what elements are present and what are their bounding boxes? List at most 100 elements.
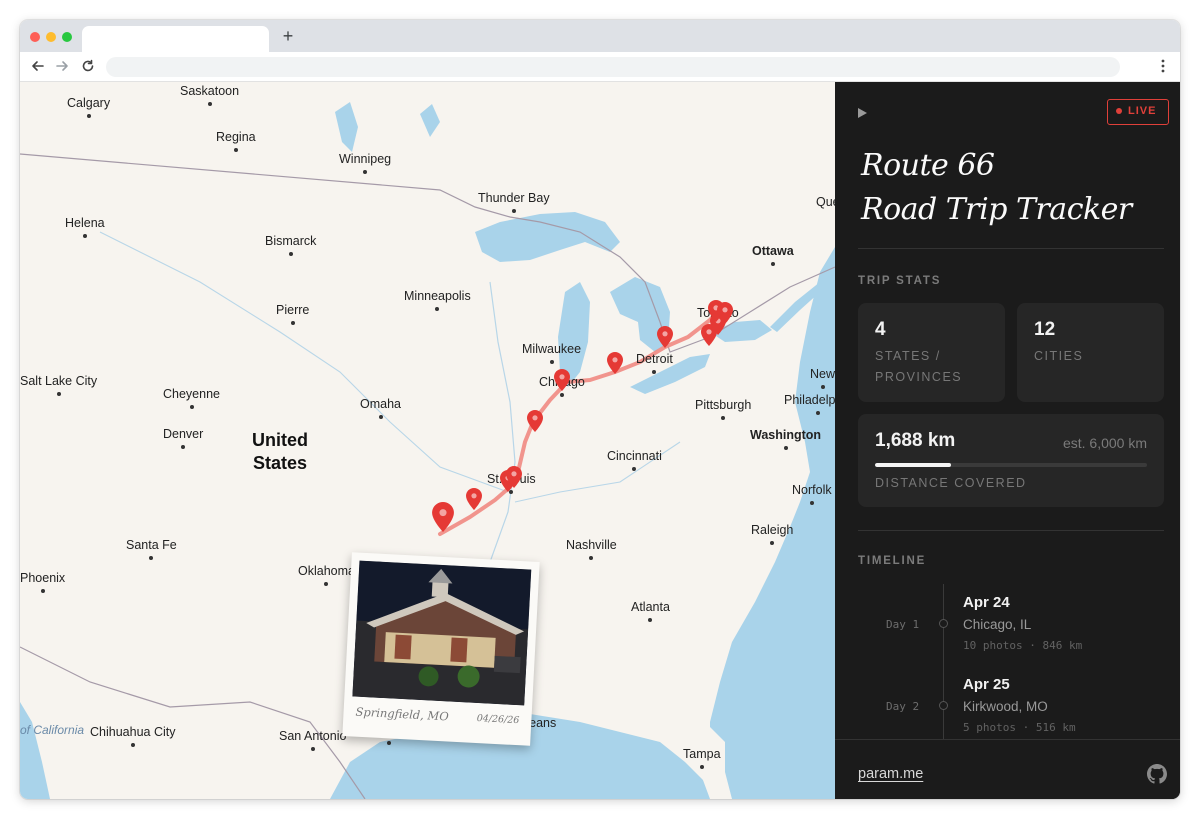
timeline-node-icon	[939, 619, 948, 628]
city-label-ottawa: Ottawa	[752, 244, 794, 266]
timeline-meta: 5 photos · 516 km	[963, 721, 1076, 734]
page-title: Route 66 Road Trip Tracker	[861, 144, 1161, 232]
github-icon[interactable]	[1147, 764, 1167, 784]
route-marker-pin-icon[interactable]	[554, 369, 570, 391]
lake-superior	[475, 212, 620, 262]
page-viewport: United States Calgary Saskatoon Regina Winn…	[20, 82, 1180, 799]
gulf-of-california-label: of California	[20, 723, 85, 737]
divider	[858, 248, 1164, 249]
city-label-helena: Helena	[65, 216, 105, 238]
city-dot	[699, 765, 704, 769]
city-dot	[86, 114, 91, 118]
city-label-winnipeg: Winnipeg	[339, 152, 391, 174]
small-lake	[420, 104, 440, 137]
back-button[interactable]	[28, 56, 48, 76]
city-label-denver: Denver	[163, 427, 203, 449]
states-label: STATES / PROVINCES	[875, 349, 963, 384]
city-label-regina: Regina	[216, 130, 256, 152]
distance-stat-card: 1,688 km est. 6,000 km DISTANCE COVERED	[858, 414, 1164, 507]
route-marker-pin-icon[interactable]	[717, 302, 733, 324]
city-dot	[288, 252, 293, 256]
browser-window: + United States Calgary Saskatoon Regina…	[20, 20, 1180, 799]
photo-place: Springfield, MO	[355, 704, 450, 724]
city-label-atlanta: Atlanta	[631, 600, 670, 622]
city-dot	[189, 405, 194, 409]
kebab-menu-icon	[1161, 59, 1165, 73]
city-dot	[207, 102, 212, 106]
city-label-chihuahua-city: Chihuahua City	[90, 725, 175, 747]
divider	[858, 530, 1164, 531]
live-label: LIVE	[1128, 105, 1157, 117]
route-marker-pin-icon[interactable]	[527, 410, 543, 432]
city-label-santa-fe: Santa Fe	[126, 538, 177, 560]
route-marker-pin-icon[interactable]	[432, 502, 454, 532]
live-dot-icon	[1116, 108, 1122, 114]
cities-count: 12	[1034, 319, 1056, 340]
states-count: 4	[875, 319, 886, 340]
route-marker-pin-icon[interactable]	[657, 326, 673, 348]
states-stat-card: 4 STATES / PROVINCES	[858, 303, 1005, 402]
city-label-philadelphia: Philadelphia	[784, 393, 835, 415]
city-label-cincinnati: Cincinnati	[607, 449, 662, 471]
timeline-day-label: Day 1	[886, 618, 920, 631]
city-label-quebec: Quebec	[816, 195, 835, 209]
browser-toolbar	[20, 52, 1180, 82]
timeline-heading: TIMELINE	[858, 555, 927, 567]
browser-tab[interactable]	[82, 26, 269, 52]
city-label-pierre: Pierre	[276, 303, 309, 325]
forward-button[interactable]	[52, 56, 72, 76]
distance-estimate: est. 6,000 km	[1062, 435, 1147, 451]
cities-stat-card: 12 CITIES	[1017, 303, 1164, 402]
route-marker-pin-icon[interactable]	[607, 352, 623, 374]
city-dot	[378, 415, 383, 419]
city-label-norfolk: Norfolk	[792, 483, 832, 505]
reload-button[interactable]	[78, 56, 98, 76]
photo-polaroid[interactable]: Springfield, MO 04/26/26	[342, 552, 540, 746]
tab-bar: +	[20, 20, 1180, 52]
city-dot	[809, 501, 814, 505]
city-label-oklahoma: Oklahoma	[298, 564, 355, 586]
city-label-cheyenne: Cheyenne	[163, 387, 220, 409]
city-dot	[40, 589, 45, 593]
city-dot	[56, 392, 61, 396]
city-dot	[820, 385, 825, 389]
city-dot	[310, 747, 315, 751]
minimize-window-button[interactable]	[46, 32, 56, 42]
city-label-bismarck: Bismarck	[265, 234, 316, 256]
live-badge: LIVE	[1107, 99, 1169, 125]
city-label-thunder-bay: Thunder Bay	[478, 191, 550, 213]
city-label-raleigh: Raleigh	[751, 523, 793, 545]
distance-label: DISTANCE COVERED	[875, 476, 1027, 490]
back-arrow-icon	[32, 61, 44, 71]
map-view[interactable]: United States Calgary Saskatoon Regina Winn…	[20, 82, 835, 799]
route-marker-pin-icon[interactable]	[466, 488, 482, 510]
city-dot	[233, 148, 238, 152]
author-link[interactable]: param.me	[858, 766, 923, 782]
city-label-minneapolis: Minneapolis	[404, 289, 471, 311]
city-dot	[82, 234, 87, 238]
play-icon[interactable]	[855, 106, 869, 120]
timeline-place: Kirkwood, MO	[963, 699, 1048, 714]
city-dot	[770, 262, 775, 266]
city-label-washington: Washington	[750, 428, 821, 450]
timeline-line	[943, 584, 944, 744]
route-marker-pin-icon[interactable]	[506, 466, 522, 488]
city-label-saskatoon: Saskatoon	[180, 84, 239, 106]
timeline-place: Chicago, IL	[963, 617, 1032, 632]
maximize-window-button[interactable]	[62, 32, 72, 42]
new-tab-button[interactable]: +	[278, 26, 298, 46]
panel-footer: param.me	[835, 739, 1180, 799]
close-window-button[interactable]	[30, 32, 40, 42]
reload-icon	[82, 59, 94, 72]
browser-menu-button[interactable]	[1156, 56, 1170, 76]
title-line-1: Route 66	[861, 148, 995, 183]
timeline-date: Apr 25	[963, 676, 1010, 693]
distance-covered-value: 1,688 km	[875, 430, 956, 451]
gulf-of-california	[20, 702, 50, 799]
city-label-milwaukee: Milwaukee	[522, 342, 581, 364]
timeline-day-label: Day 2	[886, 700, 920, 713]
address-bar[interactable]	[106, 57, 1120, 77]
city-label-new: New	[810, 367, 835, 389]
forward-arrow-icon	[56, 61, 68, 71]
city-label-salt-lake-city: Salt Lake City	[20, 374, 97, 396]
